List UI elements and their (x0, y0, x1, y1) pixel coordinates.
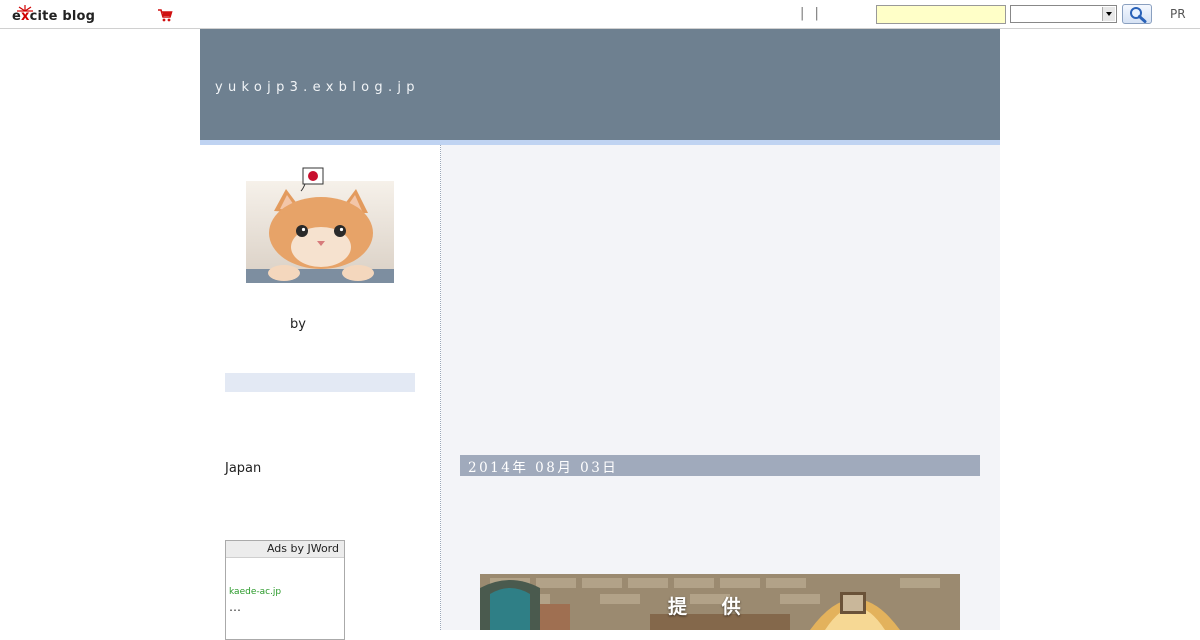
search-input[interactable] (876, 5, 1006, 24)
ad-text: … (229, 600, 241, 614)
author-location: Japan (225, 461, 262, 476)
profile-photo[interactable] (246, 181, 394, 283)
search-button[interactable] (1122, 4, 1152, 24)
ad-header[interactable]: Ads by JWord (226, 541, 344, 558)
excite-blog-logo[interactable]: excite blog (11, 4, 106, 26)
flag-icon (300, 167, 324, 192)
post-date: 2014年 08月 03日 (468, 460, 619, 476)
search-icon (1130, 7, 1147, 23)
cart-icon[interactable] (157, 7, 173, 23)
ad-link[interactable]: kaede-ac.jp (229, 587, 281, 597)
post-image-caption: 提 供 (668, 596, 755, 618)
chevron-down-icon[interactable] (1102, 7, 1115, 21)
toolbar-separators: | | (800, 6, 822, 21)
logo-text: excite blog (12, 9, 96, 24)
blog-title[interactable]: yukojp3.exblog.jp (215, 80, 420, 95)
author-byline: by (290, 317, 306, 332)
global-toolbar: excite blog | | PR (0, 0, 1200, 29)
post-date-bar: 2014年 08月 03日 (460, 455, 980, 476)
blog-header: yukojp3.exblog.jp (200, 29, 1000, 140)
post-image[interactable]: 提 供 (480, 574, 960, 630)
ad-box: Ads by JWord kaede-ac.jp … (225, 540, 345, 640)
search-scope-select[interactable] (1010, 5, 1117, 23)
pr-link[interactable]: PR (1170, 7, 1186, 21)
sidebar-section-header (225, 373, 415, 392)
sidebar: by Japan Ads by JWord kaede-ac.jp … (200, 145, 440, 640)
main-content: 2014年 08月 03日 提 供 (441, 145, 1000, 630)
